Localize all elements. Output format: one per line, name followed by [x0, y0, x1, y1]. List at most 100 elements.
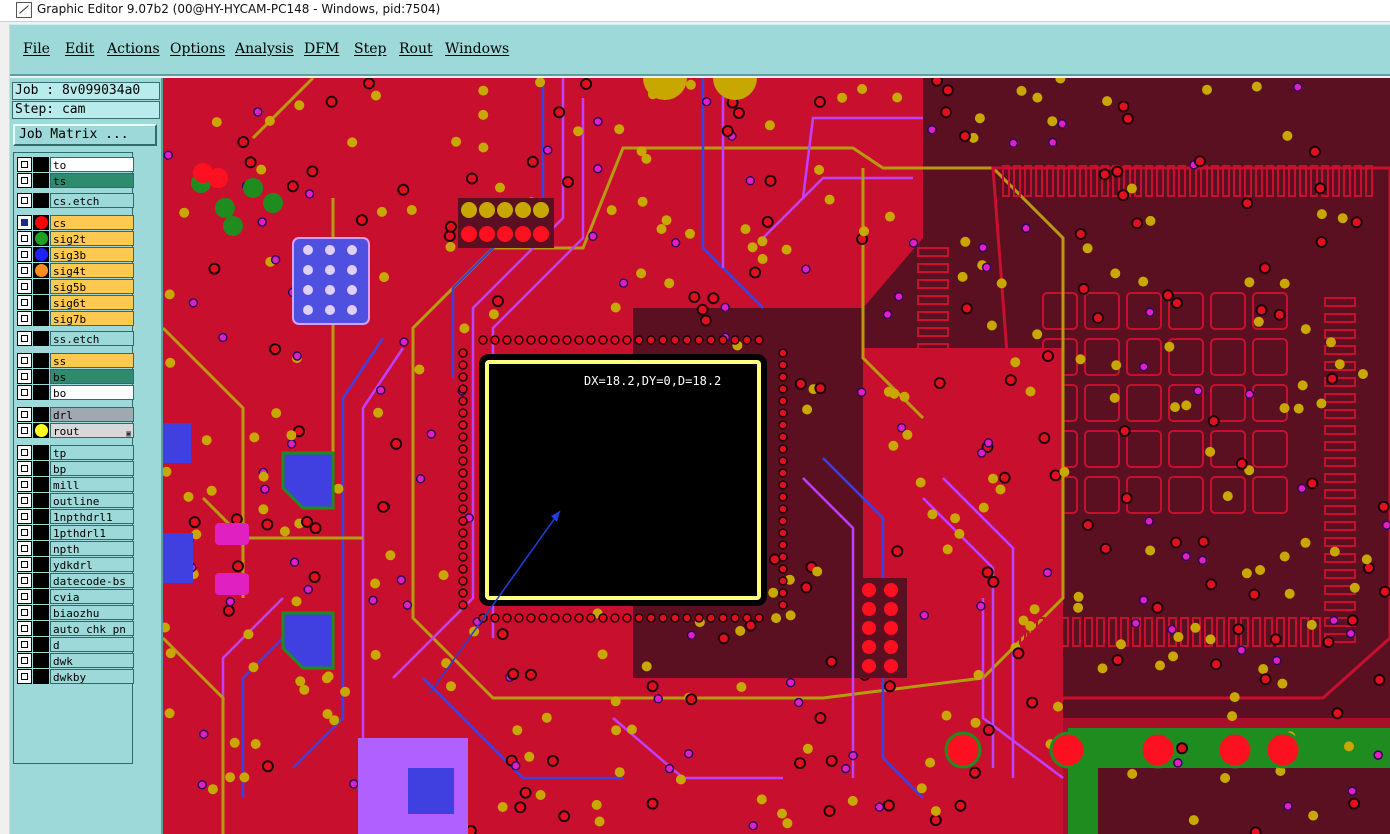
layer-color-cell[interactable]: [33, 621, 49, 636]
layer-row-auto-chk-pn[interactable]: auto_chk_pn: [17, 621, 134, 636]
menu-step[interactable]: Step: [354, 41, 386, 57]
layer-row-sig4t[interactable]: sig4t: [17, 263, 134, 278]
layer-color-cell[interactable]: [33, 605, 49, 620]
layer-checkbox[interactable]: [17, 369, 32, 384]
layer-checkbox[interactable]: [17, 509, 32, 524]
layer-color-cell[interactable]: [33, 311, 49, 326]
layer-color-cell[interactable]: [33, 525, 49, 540]
layer-checkbox[interactable]: [17, 295, 32, 310]
layer-name[interactable]: cvia: [50, 589, 134, 604]
layer-row-sig5b[interactable]: sig5b: [17, 279, 134, 294]
layer-name[interactable]: d: [50, 637, 134, 652]
layer-checkbox[interactable]: [17, 193, 32, 208]
layer-checkbox[interactable]: [17, 215, 32, 230]
layer-row-biaozhu[interactable]: biaozhu: [17, 605, 134, 620]
layer-row-1pthdrl1[interactable]: 1pthdrl1: [17, 525, 134, 540]
layer-name[interactable]: drl: [50, 407, 134, 422]
layer-color-cell[interactable]: [33, 331, 49, 346]
layer-name[interactable]: mill: [50, 477, 134, 492]
layer-color-cell[interactable]: [33, 215, 49, 230]
layer-name[interactable]: tp: [50, 445, 134, 460]
layer-color-cell[interactable]: [33, 157, 49, 172]
layer-color-cell[interactable]: [33, 477, 49, 492]
layer-color-cell[interactable]: [33, 295, 49, 310]
layer-row-to[interactable]: to: [17, 157, 134, 172]
menu-file[interactable]: File: [23, 41, 50, 57]
layer-row-bs[interactable]: bs: [17, 369, 134, 384]
layer-name[interactable]: dwkby: [50, 669, 134, 684]
layer-row-outline[interactable]: outline: [17, 493, 134, 508]
layer-checkbox[interactable]: [17, 445, 32, 460]
layer-color-cell[interactable]: [33, 173, 49, 188]
pcb-canvas[interactable]: DX=18.2,DY=0,D=18.2: [163, 78, 1390, 834]
layer-color-cell[interactable]: [33, 637, 49, 652]
layer-checkbox[interactable]: [17, 557, 32, 572]
layer-row-sig6t[interactable]: sig6t: [17, 295, 134, 310]
layer-name[interactable]: outline: [50, 493, 134, 508]
layer-row-cs[interactable]: cs: [17, 215, 134, 230]
job-matrix-button[interactable]: Job Matrix ...: [13, 124, 157, 146]
layer-name[interactable]: sig7b: [50, 311, 134, 326]
layer-name[interactable]: 1npthdrl1: [50, 509, 134, 524]
layer-row-drl[interactable]: drl: [17, 407, 134, 422]
layer-checkbox[interactable]: [17, 525, 32, 540]
layer-color-cell[interactable]: [33, 541, 49, 556]
layer-color-cell[interactable]: [33, 385, 49, 400]
layer-color-cell[interactable]: [33, 263, 49, 278]
layer-color-cell[interactable]: [33, 369, 49, 384]
layer-checkbox[interactable]: [17, 423, 32, 438]
layer-name[interactable]: 1pthdrl1: [50, 525, 134, 540]
layer-name[interactable]: ss.etch: [50, 331, 134, 346]
layer-color-cell[interactable]: [33, 461, 49, 476]
layer-row-ts[interactable]: ts: [17, 173, 134, 188]
layer-color-cell[interactable]: [33, 509, 49, 524]
layer-row-sig2t[interactable]: sig2t: [17, 231, 134, 246]
layer-row-npth[interactable]: npth: [17, 541, 134, 556]
layer-row-cvia[interactable]: cvia: [17, 589, 134, 604]
layer-row-dwkby[interactable]: dwkby: [17, 669, 134, 684]
layer-name[interactable]: sig4t: [50, 263, 134, 278]
layer-checkbox[interactable]: [17, 157, 32, 172]
layer-checkbox[interactable]: [17, 621, 32, 636]
layer-row-sig3b[interactable]: sig3b: [17, 247, 134, 262]
layer-name[interactable]: bs: [50, 369, 134, 384]
layer-checkbox[interactable]: [17, 311, 32, 326]
layer-checkbox[interactable]: [17, 541, 32, 556]
layer-color-cell[interactable]: [33, 193, 49, 208]
layer-row-datecode-bs[interactable]: datecode-bs: [17, 573, 134, 588]
layer-checkbox[interactable]: [17, 353, 32, 368]
layer-name[interactable]: ts: [50, 173, 134, 188]
layer-name[interactable]: cs.etch: [50, 193, 134, 208]
layer-name[interactable]: sig6t: [50, 295, 134, 310]
layer-row-ss[interactable]: ss: [17, 353, 134, 368]
layer-row-bp[interactable]: bp: [17, 461, 134, 476]
menu-windows[interactable]: Windows: [445, 41, 509, 57]
layer-row-bo[interactable]: bo: [17, 385, 134, 400]
layer-color-cell[interactable]: [33, 653, 49, 668]
layer-name[interactable]: sig2t: [50, 231, 134, 246]
layer-color-cell[interactable]: [33, 247, 49, 262]
layer-checkbox[interactable]: [17, 331, 32, 346]
layer-color-cell[interactable]: [33, 445, 49, 460]
layer-checkbox[interactable]: [17, 461, 32, 476]
layer-checkbox[interactable]: [17, 573, 32, 588]
layer-name[interactable]: ss: [50, 353, 134, 368]
layer-name[interactable]: cs: [50, 215, 134, 230]
layer-checkbox[interactable]: [17, 173, 32, 188]
layer-color-cell[interactable]: [33, 353, 49, 368]
menu-analysis[interactable]: Analysis: [235, 41, 294, 57]
layer-row-rout[interactable]: rout ▣: [17, 423, 134, 438]
menu-edit[interactable]: Edit: [65, 41, 94, 57]
layer-name[interactable]: biaozhu: [50, 605, 134, 620]
layer-row-ss-etch[interactable]: ss.etch: [17, 331, 134, 346]
layer-row-cs-etch[interactable]: cs.etch: [17, 193, 134, 208]
layer-color-cell[interactable]: [33, 557, 49, 572]
layer-checkbox[interactable]: [17, 637, 32, 652]
layer-color-cell[interactable]: [33, 423, 49, 438]
layer-row-ydkdrl[interactable]: ydkdrl: [17, 557, 134, 572]
layer-color-cell[interactable]: [33, 589, 49, 604]
menu-actions[interactable]: Actions: [107, 41, 160, 57]
layer-color-cell[interactable]: [33, 279, 49, 294]
layer-name[interactable]: ydkdrl: [50, 557, 134, 572]
layer-name[interactable]: dwk: [50, 653, 134, 668]
